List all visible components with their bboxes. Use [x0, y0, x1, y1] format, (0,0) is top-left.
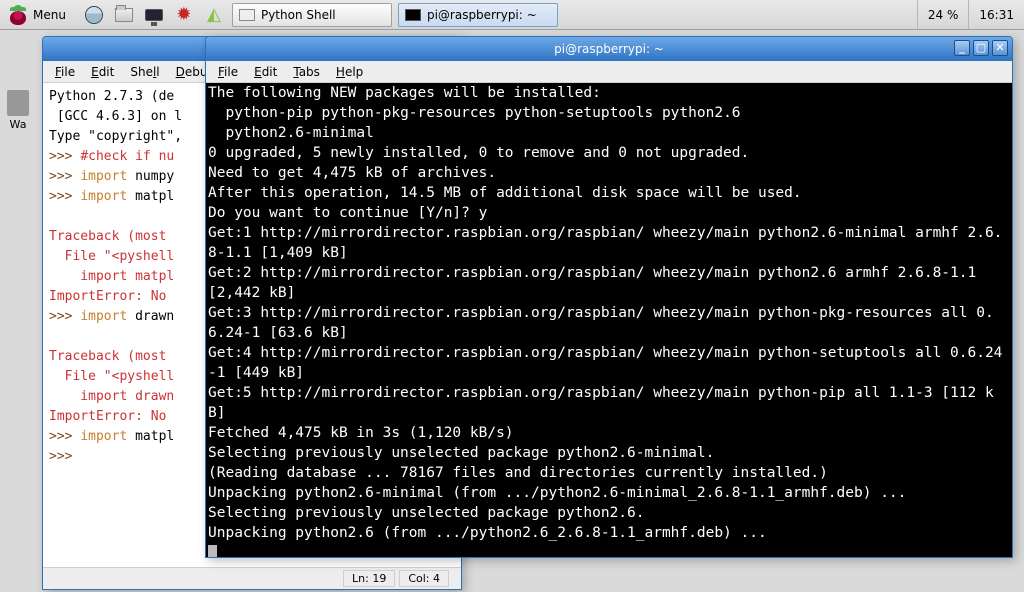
task-label: Python Shell	[261, 8, 336, 22]
wastebasket-icon[interactable]: Wa	[0, 90, 36, 131]
window-title: pi@raspberrypi: ~	[554, 42, 664, 56]
mathematica-launcher[interactable]: ✹	[171, 3, 197, 27]
close-button[interactable]: ✕	[992, 40, 1008, 56]
terminal-window[interactable]: pi@raspberrypi: ~ _ ▢ ✕ File Edit Tabs H…	[205, 36, 1013, 558]
python-statusbar: Ln: 19 Col: 4	[43, 567, 461, 589]
terminal-icon	[405, 9, 421, 21]
maximize-button[interactable]: ▢	[973, 40, 989, 56]
taskbar: Menu ✹ ◭ Python Shell pi@raspberrypi: ~ …	[0, 0, 1024, 30]
terminal-content[interactable]: The following NEW packages will be insta…	[206, 83, 1012, 557]
browser-launcher[interactable]	[81, 3, 107, 27]
star-icon: ✹	[176, 6, 191, 24]
menu-file[interactable]: File	[49, 63, 81, 81]
folder-icon	[115, 8, 133, 22]
menu-button[interactable]: Menu	[2, 3, 77, 27]
window-titlebar[interactable]: pi@raspberrypi: ~ _ ▢ ✕	[206, 37, 1012, 61]
panel-right: 24 % 16:31	[917, 0, 1024, 29]
clock: 16:31	[968, 0, 1024, 29]
menu-shell[interactable]: Shell	[124, 63, 165, 81]
menu-file[interactable]: File	[212, 63, 244, 81]
filemanager-launcher[interactable]	[111, 3, 137, 27]
task-label: pi@raspberrypi: ~	[427, 8, 537, 22]
status-line: Ln: 19	[343, 570, 395, 587]
terminal-menubar: File Edit Tabs Help	[206, 61, 1012, 83]
terminal-cursor	[208, 545, 217, 557]
monitor-icon	[145, 9, 163, 21]
menu-tabs[interactable]: Tabs	[287, 63, 326, 81]
status-col: Col: 4	[399, 570, 449, 587]
raspberry-pi-logo-icon	[9, 4, 27, 26]
trash-icon	[7, 90, 29, 116]
menu-edit[interactable]: Edit	[85, 63, 120, 81]
menu-edit[interactable]: Edit	[248, 63, 283, 81]
window-icon	[239, 9, 255, 21]
task-terminal[interactable]: pi@raspberrypi: ~	[398, 3, 558, 27]
menu-label: Menu	[33, 8, 66, 22]
window-controls: _ ▢ ✕	[954, 40, 1008, 56]
task-python-shell[interactable]: Python Shell	[232, 3, 392, 27]
wolfram-launcher[interactable]: ◭	[201, 3, 227, 27]
minimize-button[interactable]: _	[954, 40, 970, 56]
globe-icon	[85, 6, 103, 24]
cpu-usage: 24 %	[917, 0, 969, 29]
leaf-icon: ◭	[207, 4, 221, 25]
menu-help[interactable]: Help	[330, 63, 369, 81]
terminal-launcher[interactable]	[141, 3, 167, 27]
